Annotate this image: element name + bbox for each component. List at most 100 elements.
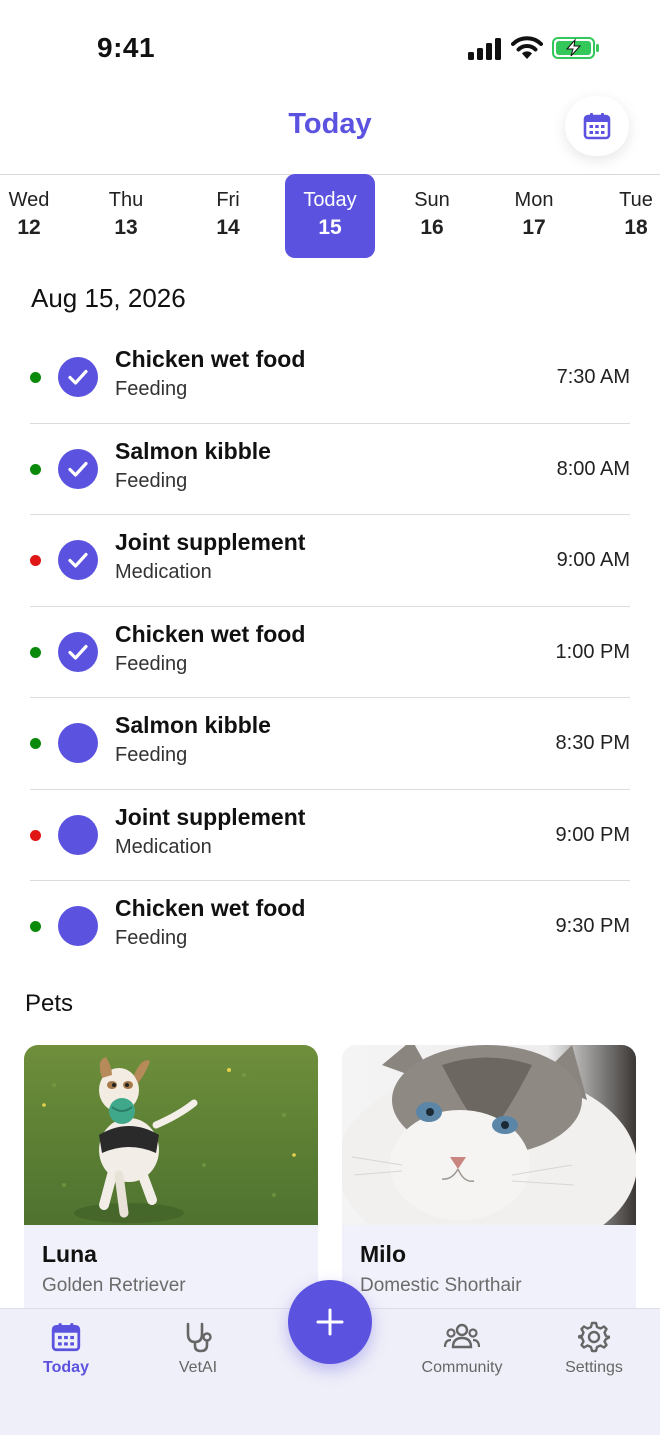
stethoscope-icon xyxy=(186,1322,212,1353)
task-row[interactable]: Salmon kibble Feeding 8:30 PM xyxy=(30,698,630,790)
task-row[interactable]: Salmon kibble Feeding 8:00 AM xyxy=(30,424,630,515)
tab-label: Today xyxy=(43,1359,89,1376)
plus-icon xyxy=(316,1308,344,1336)
task-category: Feeding xyxy=(115,469,188,492)
date-number: 13 xyxy=(114,216,138,239)
task-category: Medication xyxy=(115,561,212,583)
date-number: 14 xyxy=(216,216,240,239)
checkmark-icon xyxy=(68,552,88,568)
task-type-dot xyxy=(30,738,41,749)
date-item[interactable]: Thu 13 xyxy=(81,174,171,258)
add-button[interactable] xyxy=(288,1280,372,1364)
task-type-dot xyxy=(30,372,41,383)
task-checkbox[interactable] xyxy=(58,448,98,489)
task-title: Chicken wet food xyxy=(115,346,306,372)
task-type-dot xyxy=(30,921,41,932)
date-weekday: Thu xyxy=(108,189,144,211)
task-checkbox[interactable] xyxy=(58,814,98,855)
task-time: 1:00 PM xyxy=(555,640,630,663)
date-strip[interactable]: Wed 12 Thu 13 Fri 14 Today 15 Sun 16 Mon… xyxy=(0,174,660,260)
wifi-icon xyxy=(511,36,543,59)
task-time: 9:30 PM xyxy=(555,915,630,937)
task-time: 9:00 AM xyxy=(556,549,630,571)
date-item[interactable]: Sun 16 xyxy=(387,174,477,258)
date-item[interactable]: Tue 18 xyxy=(591,174,660,258)
tab-label: Settings xyxy=(565,1359,623,1376)
task-checkbox[interactable] xyxy=(58,540,98,580)
task-type-dot xyxy=(30,463,41,475)
date-item[interactable]: Mon 17 xyxy=(489,174,579,258)
task-time: 9:00 PM xyxy=(555,823,630,846)
task-category: Feeding xyxy=(115,652,188,675)
tab-settings[interactable]: Settings xyxy=(539,1321,649,1377)
calendar-icon xyxy=(583,113,611,140)
cat-photo xyxy=(342,1045,636,1225)
task-time: 8:00 AM xyxy=(556,457,630,480)
pets-heading: Pets xyxy=(25,990,74,1017)
tab-community[interactable]: Community xyxy=(407,1321,517,1377)
task-checkbox[interactable] xyxy=(58,906,98,946)
task-category: Feeding xyxy=(115,744,188,766)
page-title: Today xyxy=(288,108,372,140)
status-bar: 9:41 xyxy=(0,0,660,96)
people-group-icon xyxy=(443,1323,481,1349)
task-row[interactable]: Joint supplement Medication 9:00 PM xyxy=(30,790,630,881)
date-number: 16 xyxy=(420,216,444,239)
battery-charging-icon xyxy=(552,37,599,59)
date-weekday: Tue xyxy=(619,189,653,211)
gear-icon xyxy=(578,1321,610,1353)
date-weekday: Today xyxy=(303,189,357,211)
date-number: 15 xyxy=(318,216,342,239)
date-weekday: Mon xyxy=(514,189,554,211)
tab-label: VetAI xyxy=(178,1359,218,1376)
checkmark-icon xyxy=(68,644,88,660)
date-weekday: Fri xyxy=(216,189,240,211)
date-item[interactable]: Fri 14 xyxy=(183,174,273,258)
checkmark-icon xyxy=(68,369,88,385)
date-weekday: Sun xyxy=(414,189,450,211)
date-number: 12 xyxy=(17,216,41,239)
calendar-icon xyxy=(51,1323,81,1352)
status-time: 9:41 xyxy=(97,32,156,63)
dog-photo xyxy=(24,1045,318,1225)
task-title: Joint supplement xyxy=(115,529,306,555)
task-time: 7:30 AM xyxy=(556,366,630,388)
task-type-dot xyxy=(30,829,41,841)
task-checkbox[interactable] xyxy=(58,631,98,672)
calendar-button[interactable] xyxy=(565,96,629,156)
pet-card-milo[interactable]: Milo Domestic Shorthair xyxy=(342,1045,636,1325)
task-title: Salmon kibble xyxy=(115,437,271,464)
date-item-selected[interactable]: Today 15 xyxy=(285,174,375,258)
task-title: Chicken wet food xyxy=(115,895,306,921)
task-category: Feeding xyxy=(115,378,188,400)
tab-vetai[interactable]: VetAI xyxy=(143,1321,253,1377)
task-category: Medication xyxy=(115,835,212,858)
task-row[interactable]: Chicken wet food Feeding 7:30 AM xyxy=(30,332,630,424)
pet-breed: Golden Retriever xyxy=(42,1275,186,1296)
date-number: 18 xyxy=(624,216,648,239)
pet-card-luna[interactable]: Luna Golden Retriever xyxy=(24,1045,318,1325)
pet-breed: Domestic Shorthair xyxy=(360,1275,522,1296)
task-time: 8:30 PM xyxy=(555,732,630,754)
task-row[interactable]: Joint supplement Medication 9:00 AM xyxy=(30,515,630,607)
task-checkbox[interactable] xyxy=(58,723,98,763)
pet-name: Luna xyxy=(42,1241,97,1267)
task-type-dot xyxy=(30,646,41,658)
task-row[interactable]: Chicken wet food Feeding 1:00 PM xyxy=(30,607,630,698)
date-item[interactable]: Wed 12 xyxy=(0,174,74,258)
task-title: Joint supplement xyxy=(115,803,306,830)
cellular-signal-icon xyxy=(468,38,501,60)
task-category: Feeding xyxy=(115,927,188,949)
task-title: Chicken wet food xyxy=(115,620,306,647)
date-number: 17 xyxy=(522,216,546,239)
pet-name: Milo xyxy=(360,1241,406,1267)
task-type-dot xyxy=(30,555,41,566)
tab-today[interactable]: Today xyxy=(11,1321,121,1377)
date-heading: Aug 15, 2026 xyxy=(31,283,186,313)
task-list: Chicken wet food Feeding 7:30 AM Salmon … xyxy=(30,332,630,972)
task-title: Salmon kibble xyxy=(115,712,271,738)
task-row[interactable]: Chicken wet food Feeding 9:30 PM xyxy=(30,881,630,972)
task-checkbox[interactable] xyxy=(58,357,98,397)
tab-label: Community xyxy=(421,1359,503,1376)
date-weekday: Wed xyxy=(8,189,50,211)
